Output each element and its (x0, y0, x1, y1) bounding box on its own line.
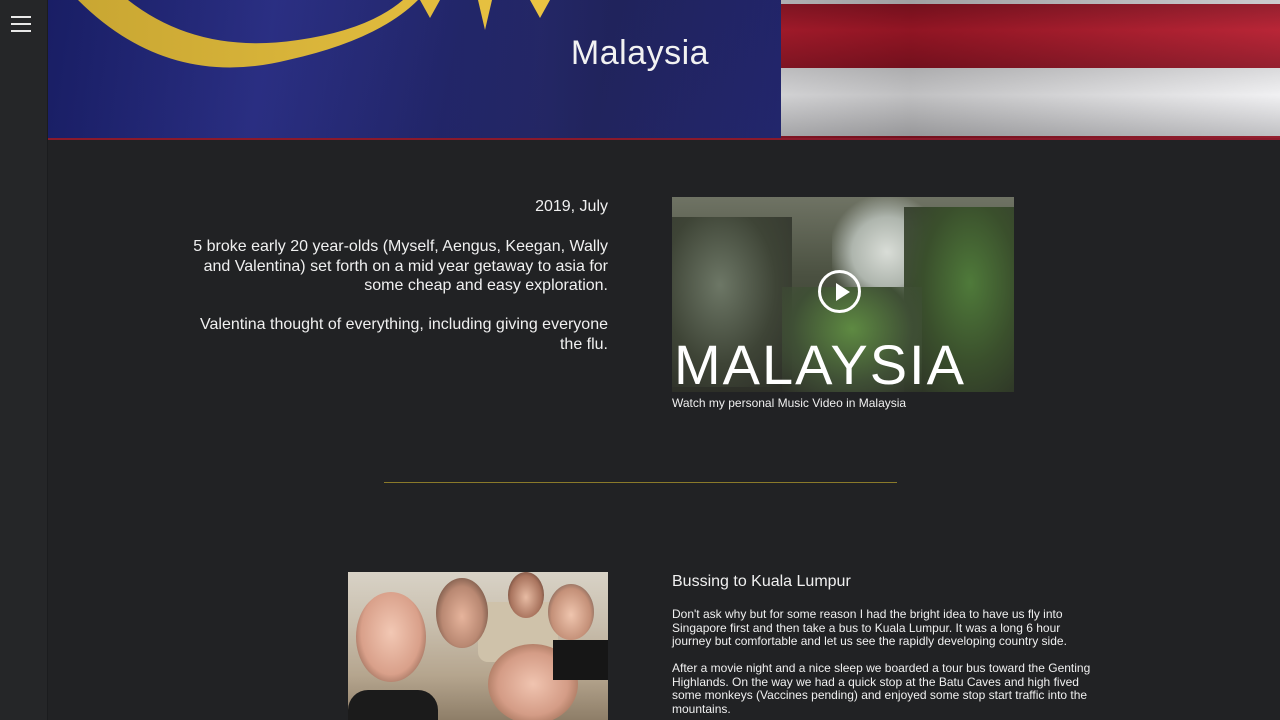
section-heading: Bussing to Kuala Lumpur (672, 573, 851, 590)
hamburger-menu-icon[interactable] (11, 16, 31, 32)
person-shirt (553, 640, 608, 680)
intro-paragraph: Valentina thought of everything, includi… (200, 316, 608, 353)
person-face (436, 578, 488, 648)
menu-bar-top (11, 16, 31, 18)
trip-date: 2019, July (535, 198, 608, 215)
video-overlay-title: MALAYSIA (674, 333, 966, 393)
intro-paragraph: 5 broke early 20 year-olds (Myself, Aeng… (193, 238, 608, 294)
person-face (356, 592, 426, 682)
person-shirt (348, 690, 438, 720)
menu-bar-middle (11, 23, 31, 25)
video-caption: Watch my personal Music Video in Malaysi… (672, 396, 907, 410)
person-face (508, 572, 544, 618)
play-circle-icon[interactable] (818, 270, 861, 313)
music-video-thumbnail[interactable]: MALAYSIA (672, 197, 1014, 392)
person-face (548, 584, 594, 640)
play-triangle (836, 283, 850, 301)
sidebar (0, 0, 48, 720)
group-selfie-photo (348, 572, 608, 720)
hero-banner: Malaysia (48, 0, 1280, 140)
menu-bar-bottom (11, 30, 31, 32)
page-title: Malaysia (570, 34, 710, 72)
story-paragraph: Don't ask why but for some reason I had … (672, 607, 1067, 649)
story-paragraph: After a movie night and a nice sleep we … (672, 661, 1091, 716)
section-divider (384, 482, 897, 483)
